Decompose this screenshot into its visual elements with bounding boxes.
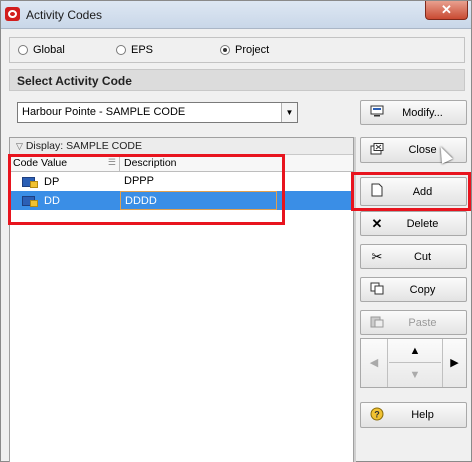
- paste-icon: [369, 315, 385, 331]
- title-bar[interactable]: Activity Codes ✕: [1, 1, 471, 29]
- window-title: Activity Codes: [26, 8, 103, 22]
- cut-button[interactable]: ✂ Cut: [360, 244, 467, 269]
- paste-label: Paste: [408, 316, 437, 329]
- modify-button[interactable]: Modify...: [360, 100, 467, 125]
- close-icon: [369, 142, 385, 158]
- move-right-button[interactable]: ▶: [442, 339, 466, 387]
- scope-global-label: Global: [33, 44, 65, 56]
- section-title: Select Activity Code: [9, 69, 465, 91]
- display-label: Display: SAMPLE CODE: [25, 140, 142, 152]
- move-left-button[interactable]: ◀: [361, 339, 388, 387]
- scope-eps-radio[interactable]: EPS: [116, 44, 153, 56]
- delete-button[interactable]: ✕ Delete: [360, 211, 467, 236]
- scope-eps-label: EPS: [131, 44, 154, 56]
- scope-project-radio[interactable]: Project: [220, 44, 269, 56]
- modify-label: Modify...: [402, 106, 443, 119]
- paste-button[interactable]: Paste: [360, 310, 467, 335]
- highlight-annotation-add: [351, 172, 471, 211]
- dropdown-arrow-icon[interactable]: ▼: [281, 103, 297, 122]
- window-close-button[interactable]: ✕: [425, 1, 468, 20]
- svg-text:?: ?: [374, 409, 380, 419]
- radio-icon: [116, 45, 126, 55]
- modify-icon: [369, 105, 385, 120]
- scope-project-label: Project: [235, 44, 270, 56]
- help-label: Help: [411, 409, 434, 421]
- activity-codes-dialog: Activity Codes ✕ Global EPS Project Sele…: [0, 0, 472, 462]
- scope-selector: Global EPS Project: [9, 37, 465, 63]
- activity-code-select-value: Harbour Pointe - SAMPLE CODE: [22, 106, 186, 118]
- delete-x-icon: ✕: [371, 215, 383, 231]
- copy-button[interactable]: Copy: [360, 277, 467, 302]
- highlight-annotation-list: [8, 154, 285, 225]
- radio-icon: [18, 45, 28, 55]
- copy-label: Copy: [409, 283, 436, 296]
- move-down-button[interactable]: ▼: [389, 364, 441, 387]
- copy-icon: [369, 282, 385, 298]
- move-controls: ◀ ▲ ▼ ▶: [360, 338, 467, 388]
- delete-label: Delete: [406, 217, 439, 230]
- move-up-button[interactable]: ▲: [389, 339, 441, 363]
- radio-selected-icon: [220, 45, 230, 55]
- oracle-app-icon: [5, 7, 20, 21]
- close-label: Close: [408, 144, 437, 156]
- scissors-icon: ✂: [371, 248, 383, 264]
- chevron-down-icon: ▽: [16, 141, 23, 151]
- help-icon: ?: [369, 407, 385, 424]
- cut-label: Cut: [413, 250, 432, 263]
- display-filter[interactable]: ▽ Display: SAMPLE CODE: [10, 138, 353, 155]
- activity-code-select[interactable]: Harbour Pointe - SAMPLE CODE ▼: [17, 102, 298, 123]
- scope-global-radio[interactable]: Global: [18, 44, 65, 56]
- help-button[interactable]: ? Help: [360, 402, 467, 428]
